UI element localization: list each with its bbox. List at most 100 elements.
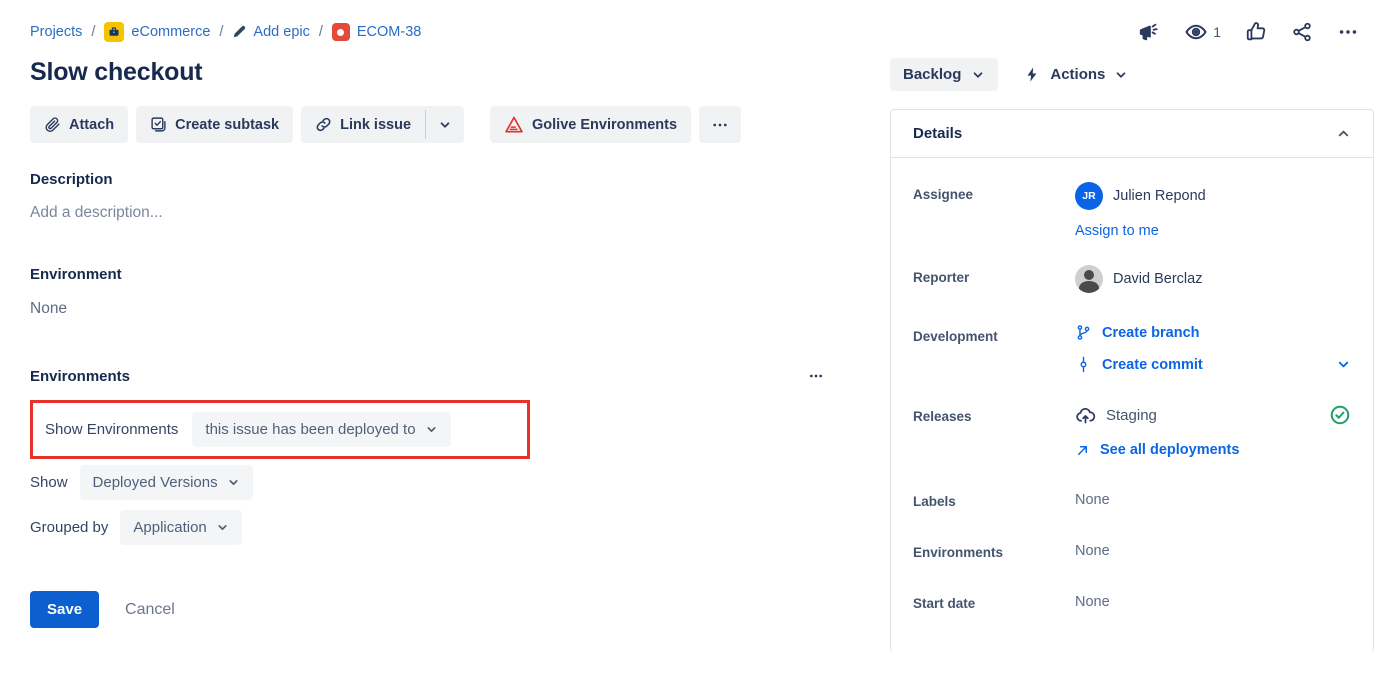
paperclip-icon — [44, 116, 61, 133]
create-subtask-button[interactable]: Create subtask — [136, 106, 293, 143]
environment-heading: Environment — [30, 266, 890, 283]
start-date-row: Start date None — [913, 591, 1351, 611]
feedback-megaphone-icon[interactable] — [1138, 21, 1160, 43]
environments-heading: Environments — [30, 368, 130, 385]
vote-thumbs-up-icon[interactable] — [1245, 21, 1267, 43]
development-expand-chevron-icon[interactable] — [1336, 357, 1351, 372]
breadcrumb-separator: / — [219, 24, 223, 40]
breadcrumb-epic[interactable]: Add epic — [232, 24, 309, 40]
assign-to-me-link[interactable]: Assign to me — [1075, 223, 1159, 239]
assignee-label: Assignee — [913, 182, 1075, 202]
see-all-deployments-link[interactable]: See all deployments — [1075, 442, 1351, 458]
environment-section: Environment None — [30, 266, 890, 318]
environments-field-label: Environments — [913, 540, 1075, 560]
breadcrumb-projects[interactable]: Projects — [30, 24, 82, 40]
actions-dropdown[interactable]: Actions — [1024, 66, 1128, 83]
attach-button[interactable]: Attach — [30, 106, 128, 143]
issue-header-actions: 1 — [1138, 20, 1359, 44]
reporter-value[interactable]: David Berclaz — [1075, 265, 1351, 293]
show-environments-dropdown[interactable]: this issue has been deployed to — [192, 412, 450, 447]
environment-value[interactable]: None — [30, 300, 890, 318]
save-row: Save Cancel — [30, 591, 890, 628]
assignee-avatar: JR — [1075, 182, 1103, 210]
assignee-row: Assignee JR Julien Repond Assign to me — [913, 182, 1351, 239]
golive-environments-button[interactable]: Golive Environments — [490, 106, 691, 143]
link-issue-button[interactable]: Link issue — [301, 106, 425, 143]
labels-label: Labels — [913, 489, 1075, 509]
project-avatar-icon — [104, 22, 124, 42]
breadcrumb-separator: / — [91, 24, 95, 40]
save-button[interactable]: Save — [30, 591, 99, 628]
main-content: Slow checkout Attach Create subtask — [0, 44, 890, 628]
status-dropdown[interactable]: Backlog — [890, 58, 998, 91]
create-commit-link[interactable]: Create commit — [1075, 356, 1203, 373]
labels-value[interactable]: None — [1075, 489, 1351, 508]
chevron-down-icon — [1114, 68, 1128, 82]
breadcrumb-project[interactable]: eCommerce — [104, 22, 210, 42]
issue-title[interactable]: Slow checkout — [30, 58, 890, 87]
create-branch-link[interactable]: Create branch — [1075, 324, 1351, 341]
reporter-name: David Berclaz — [1113, 271, 1202, 287]
golive-logo-icon — [504, 115, 524, 135]
environments-field-value[interactable]: None — [1075, 540, 1351, 559]
bug-type-icon — [332, 23, 350, 41]
assignee-name: Julien Repond — [1113, 188, 1206, 204]
grouped-by-row: Grouped by Application — [30, 510, 890, 545]
breadcrumb-issue[interactable]: ECOM-38 — [332, 23, 421, 41]
description-heading: Description — [30, 171, 890, 188]
share-icon[interactable] — [1291, 21, 1313, 43]
page-header: Projects / eCommerce / Add epic / ECOM-3… — [0, 0, 1393, 44]
watch-count: 1 — [1213, 24, 1221, 40]
breadcrumb-epic-label: Add epic — [253, 24, 309, 40]
show-row: Show Deployed Versions — [30, 465, 890, 500]
show-dropdown[interactable]: Deployed Versions — [80, 465, 253, 500]
link-icon — [315, 116, 332, 133]
link-issue-dropdown-chevron-icon[interactable] — [426, 106, 464, 143]
chevron-up-icon — [1336, 126, 1351, 141]
assignee-value[interactable]: JR Julien Repond — [1075, 182, 1351, 210]
link-issue-split-button: Link issue — [301, 106, 464, 143]
description-placeholder[interactable]: Add a description... — [30, 204, 890, 222]
create-subtask-label: Create subtask — [175, 117, 279, 133]
subtask-icon — [150, 116, 167, 133]
attach-label: Attach — [69, 117, 114, 133]
development-row: Development Create branch — [913, 324, 1351, 373]
status-label: Backlog — [903, 66, 961, 83]
show-value: Deployed Versions — [93, 474, 218, 491]
breadcrumb-separator: / — [319, 24, 323, 40]
cancel-button[interactable]: Cancel — [125, 601, 175, 619]
show-environments-label: Show Environments — [45, 421, 178, 438]
grouped-by-value: Application — [133, 519, 206, 536]
environments-more-button[interactable] — [802, 366, 830, 386]
start-date-label: Start date — [913, 591, 1075, 611]
link-issue-label: Link issue — [340, 117, 411, 133]
deployment-cloud-icon — [1075, 405, 1096, 426]
more-actions-icon[interactable] — [1337, 21, 1359, 43]
releases-row: Releases Staging — [913, 404, 1351, 458]
release-name: Staging — [1106, 407, 1157, 424]
breadcrumb: Projects / eCommerce / Add epic / ECOM-3… — [30, 22, 421, 42]
reporter-row: Reporter David Berclaz — [913, 265, 1351, 293]
grouped-by-label: Grouped by — [30, 519, 108, 536]
grouped-by-dropdown[interactable]: Application — [120, 510, 241, 545]
chevron-down-icon — [425, 423, 438, 436]
release-environment[interactable]: Staging — [1075, 405, 1157, 426]
git-commit-icon — [1075, 356, 1092, 373]
issue-toolbar: Attach Create subtask Link issue — [30, 106, 890, 143]
chevron-down-icon — [227, 476, 240, 489]
description-section: Description Add a description... — [30, 171, 890, 222]
details-title: Details — [913, 125, 962, 142]
eye-icon — [1184, 20, 1208, 44]
highlighted-show-environments-row: Show Environments this issue has been de… — [30, 400, 530, 459]
show-label: Show — [30, 474, 68, 491]
development-label: Development — [913, 324, 1075, 344]
environments-panel: Environments Show Environments this issu… — [30, 366, 890, 628]
arrow-up-right-icon — [1075, 443, 1090, 458]
start-date-value[interactable]: None — [1075, 591, 1351, 610]
releases-label: Releases — [913, 404, 1075, 424]
watch-toggle[interactable]: 1 — [1184, 20, 1221, 44]
details-header[interactable]: Details — [891, 110, 1373, 158]
lightning-icon — [1024, 66, 1041, 83]
git-branch-icon — [1075, 324, 1092, 341]
toolbar-more-button[interactable] — [699, 106, 741, 143]
